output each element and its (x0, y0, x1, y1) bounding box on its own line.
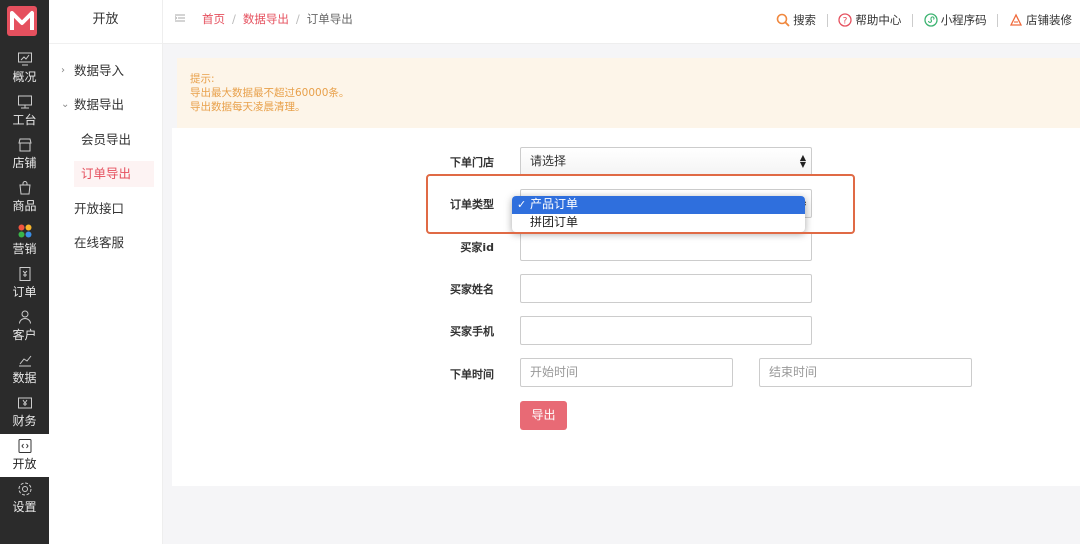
rail-item-settings[interactable]: 设置 (0, 477, 49, 520)
rail-label: 客户 (12, 328, 37, 342)
rail-label: 订单 (12, 285, 37, 299)
buyer-id-input[interactable] (520, 232, 812, 261)
store-decorate-label: 店铺装修 (1026, 13, 1072, 27)
m-logo-icon (10, 11, 34, 30)
rail-item-store[interactable]: 店铺 (0, 133, 49, 176)
sidebar-item-label: 开放接口 (74, 201, 125, 216)
start-time-input[interactable]: 开始时间 (520, 358, 733, 387)
rail-label: 概况 (12, 70, 37, 84)
store-label: 下单门店 (450, 156, 494, 169)
rail-label: 数据 (12, 371, 37, 385)
sidebar-item-data-export[interactable]: ⌄ 数据导出 (49, 92, 163, 118)
rail-item-workbench[interactable]: 工台 (0, 90, 49, 133)
sidebar-item-label: 订单导出 (81, 166, 132, 181)
sidebar-item-label: 数据导入 (74, 63, 125, 78)
rail-label: 开放 (12, 457, 37, 471)
breadcrumb-current: 订单导出 (306, 12, 353, 26)
rail-item-finance[interactable]: 财务 (0, 391, 49, 434)
store-select[interactable]: 请选择 ▲ ▼ (520, 147, 812, 176)
code-icon (18, 439, 31, 453)
miniapp-code-button[interactable]: 小程序码 (924, 12, 987, 28)
sidebar-item-online-service[interactable]: 在线客服 (49, 230, 163, 256)
breadcrumb: 首页 / 数据导出 / 订单导出 (202, 11, 353, 27)
buyer-name-label: 买家姓名 (450, 283, 494, 296)
top-toolbar: 搜索 ? 帮助中心 小程序码 店铺装修 (776, 12, 1072, 28)
miniapp-icon (924, 13, 938, 27)
toolbar-divider (997, 13, 999, 27)
notice-box: 提示: 导出最大数据最不超过60000条。 导出数据每天凌晨清理。 (177, 58, 1080, 128)
help-center-button[interactable]: ? 帮助中心 (838, 12, 901, 28)
rail-item-marketing[interactable]: 营销 (0, 219, 49, 262)
sub-sidebar: 开放 › 数据导入 ⌄ 数据导出 会员导出 订单导出 开放接口 在线客服 (49, 0, 163, 544)
sidebar-item-label: 数据导出 (74, 97, 125, 112)
sidebar-item-data-import[interactable]: › 数据导入 (49, 58, 163, 84)
help-icon: ? (838, 13, 853, 27)
buyer-id-label: 买家id (460, 241, 494, 254)
brand-logo[interactable] (7, 6, 37, 36)
rail-label: 店铺 (12, 156, 37, 170)
gear-icon (18, 482, 31, 496)
main-nav-rail: 概况 工台 店铺 商品 营销 订单 客户 数据 财务 开放 设置 (0, 0, 49, 544)
sidebar-item-label: 在线客服 (74, 235, 125, 250)
rail-item-orders[interactable]: 订单 (0, 262, 49, 305)
monitor-chart-icon (17, 52, 32, 66)
buyer-name-input[interactable] (520, 274, 812, 303)
sidebar-item-label: 会员导出 (81, 132, 132, 147)
chevron-right-icon: › (61, 65, 65, 76)
paint-brush-icon (1009, 13, 1023, 26)
user-icon (18, 310, 31, 324)
end-time-input[interactable]: 结束时间 (759, 358, 972, 387)
rail-label: 设置 (12, 500, 37, 514)
order-doc-icon (19, 267, 30, 281)
chevron-down-icon: ⌄ (61, 99, 70, 110)
notice-title: 提示: (190, 73, 215, 85)
rail-label: 商品 (12, 199, 37, 213)
breadcrumb-separator: / (295, 12, 300, 26)
select-arrows-icon: ▲▼ (799, 153, 806, 169)
collapse-menu-icon[interactable] (175, 13, 185, 23)
desktop-icon (17, 95, 32, 109)
toolbar-divider (912, 13, 914, 27)
notice-line: 导出最大数据最不超过60000条。 (190, 87, 350, 99)
svg-text:?: ? (843, 16, 848, 26)
miniapp-code-label: 小程序码 (940, 13, 987, 27)
export-button[interactable]: 导出 (520, 401, 567, 430)
rail-item-data[interactable]: 数据 (0, 348, 49, 391)
highlight-annotation-box (426, 174, 855, 234)
order-time-label: 下单时间 (450, 368, 494, 381)
sidebar-item-order-export[interactable]: 订单导出 (74, 161, 154, 187)
breadcrumb-separator: / (232, 12, 236, 26)
toolbar-divider (826, 13, 828, 27)
rail-item-goods[interactable]: 商品 (0, 176, 49, 219)
rail-item-customers[interactable]: 客户 (0, 305, 49, 348)
search-button[interactable]: 搜索 (776, 12, 816, 28)
breadcrumb-parent[interactable]: 数据导出 (243, 12, 289, 26)
breadcrumb-home[interactable]: 首页 (202, 12, 225, 26)
rail-label: 财务 (12, 414, 37, 428)
store-decorate-button[interactable]: 店铺装修 (1009, 12, 1072, 28)
yen-icon (17, 397, 32, 409)
search-label: 搜索 (793, 13, 817, 27)
bag-icon (18, 181, 31, 195)
help-center-label: 帮助中心 (855, 13, 902, 27)
colorful-grid-icon (18, 224, 31, 238)
bar-chart-icon (18, 355, 31, 367)
rail-item-overview[interactable]: 概况 (0, 47, 49, 90)
buyer-phone-label: 买家手机 (450, 325, 494, 338)
sidebar-item-open-api[interactable]: 开放接口 (49, 196, 163, 222)
search-icon (776, 13, 790, 27)
top-bar: 首页 / 数据导出 / 订单导出 搜索 ? 帮助中心 小程序码 店铺装修 (163, 0, 1080, 44)
rail-item-open[interactable]: 开放 (0, 434, 49, 477)
rail-label: 营销 (12, 242, 37, 256)
app-window: 概况 工台 店铺 商品 营销 订单 客户 数据 财务 开放 设置 开放 › 数据… (0, 0, 1080, 544)
sidebar-title: 开放 (49, 0, 162, 44)
rail-label: 工台 (12, 113, 37, 127)
store-select-value: 请选择 (530, 154, 567, 168)
notice-line: 导出数据每天凌晨清理。 (190, 101, 306, 113)
store-icon (17, 138, 32, 152)
sidebar-item-member-export[interactable]: 会员导出 (49, 127, 163, 153)
buyer-phone-input[interactable] (520, 316, 812, 345)
